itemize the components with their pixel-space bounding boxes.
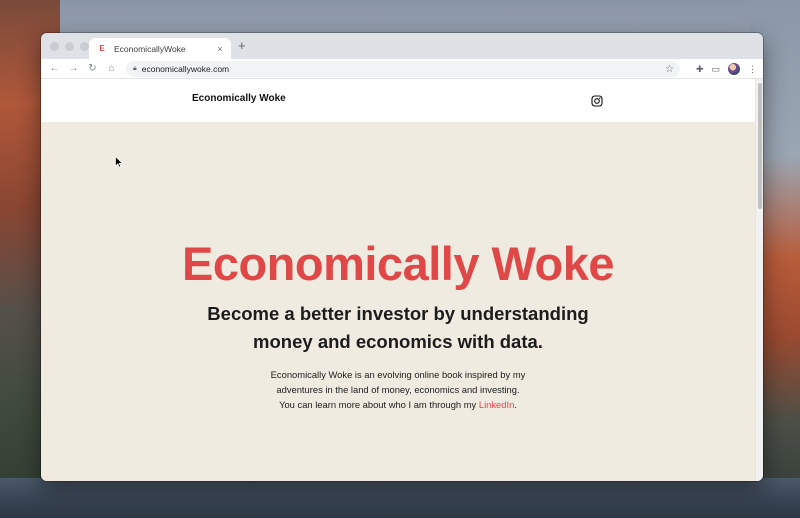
hero-subtitle: Become a better investor by understandin… <box>207 303 589 352</box>
cast-icon[interactable]: ▭ <box>711 64 720 75</box>
minimize-window-button[interactable] <box>65 42 74 51</box>
tab-strip: E EconomicallyWoke × + <box>41 33 763 59</box>
back-arrow-icon[interactable]: ← <box>45 59 64 79</box>
forward-arrow-icon[interactable]: → <box>64 59 83 79</box>
close-window-button[interactable] <box>50 42 59 51</box>
maximize-window-button[interactable] <box>80 42 89 51</box>
home-icon[interactable]: ⌂ <box>102 59 121 79</box>
tab-economicallywoke[interactable]: E EconomicallyWoke × <box>89 38 231 59</box>
toolbar-actions: ✚ ▭ ⋮ <box>696 59 757 79</box>
linkedin-link[interactable]: LinkedIn <box>479 399 514 410</box>
kebab-menu-icon[interactable]: ⋮ <box>748 64 757 75</box>
mouse-cursor-icon <box>115 156 123 168</box>
page-viewport: Economically Woke Economically Woke Beco… <box>41 79 755 481</box>
hero-title: Economically Woke <box>181 237 615 290</box>
star-icon[interactable]: ☆ <box>665 64 674 75</box>
address-bar[interactable]: 🔒︎ economicallywoke.com ☆ <box>126 61 680 77</box>
url-text[interactable]: economicallywoke.com <box>142 64 665 74</box>
puzzle-icon[interactable]: ✚ <box>696 64 704 75</box>
hero-desc-line1: Economically Woke is an evolving online … <box>270 369 526 380</box>
reload-icon[interactable]: ↻ <box>83 59 102 79</box>
tab-title: EconomicallyWoke <box>114 43 186 54</box>
hero-desc-line2: adventures in the land of money, economi… <box>276 384 520 395</box>
instagram-icon[interactable] <box>591 95 603 107</box>
lock-icon[interactable]: 🔒︎ <box>133 65 137 73</box>
hero-desc-period: . <box>514 399 517 410</box>
hero-description: Economically Woke is an evolving online … <box>248 367 548 412</box>
scrollbar[interactable] <box>755 79 763 481</box>
site-logo[interactable]: Economically Woke <box>192 93 286 104</box>
hero-desc-line3: You can learn more about who I am throug… <box>279 399 479 410</box>
browser-toolbar: ← → ↻ ⌂ 🔒︎ economicallywoke.com ☆ ✚ ▭ ⋮ <box>41 59 763 79</box>
browser-window: E EconomicallyWoke × + ← → ↻ ⌂ 🔒︎ econom… <box>41 33 763 481</box>
scrollbar-thumb[interactable] <box>758 83 762 209</box>
window-controls <box>50 42 89 51</box>
new-tab-button[interactable]: + <box>238 39 246 53</box>
avatar[interactable] <box>728 63 740 75</box>
wallpaper-bottom <box>0 478 800 518</box>
favicon-icon: E <box>99 44 105 53</box>
hero-section: Economically Woke Become a better invest… <box>41 122 755 481</box>
site-header: Economically Woke <box>41 79 755 122</box>
tab-close-icon[interactable]: × <box>215 44 225 54</box>
